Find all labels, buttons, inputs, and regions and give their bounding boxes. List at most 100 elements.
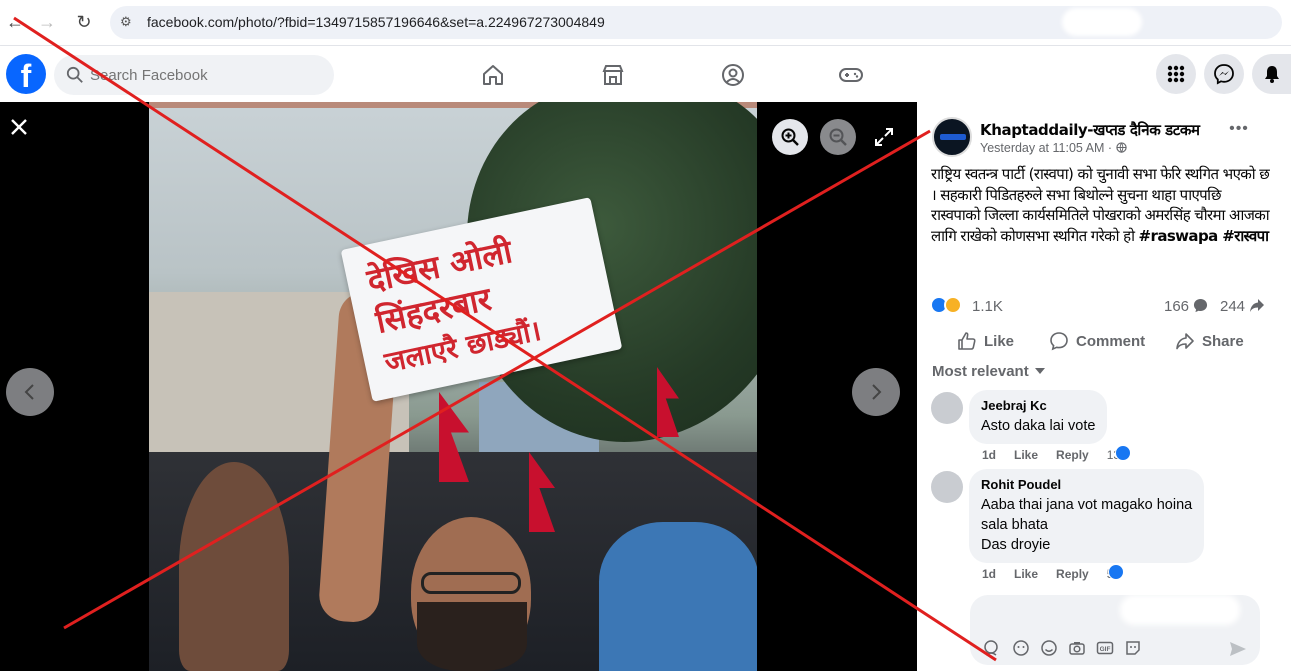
reactions-count: 1.1K	[972, 298, 1003, 315]
globe-icon	[1115, 142, 1127, 153]
search-box[interactable]	[54, 55, 334, 95]
comment-like-link[interactable]: Like	[1014, 448, 1038, 462]
comment-reply-link[interactable]: Reply	[1056, 567, 1089, 581]
comments-count[interactable]: 166	[1164, 298, 1208, 315]
photo-viewer: देखिस ओली सिंहदरबार जलाएरै छाड्यौं।	[0, 102, 917, 671]
commenter-name[interactable]: Rohit Poudel	[981, 477, 1192, 492]
share-label: Share	[1202, 332, 1244, 350]
share-button[interactable]: Share	[1175, 328, 1244, 354]
post-side-panel: Khaptaddaily-खप्तड दैनिक डटकम Yesterday …	[917, 102, 1291, 671]
menu-grid-button[interactable]	[1156, 54, 1196, 94]
svg-text:GIF: GIF	[1100, 646, 1111, 653]
post-actions: Like Comment Share	[917, 322, 1291, 360]
reaction-summary[interactable]: 1.1K 166 244	[930, 296, 1280, 316]
avatar-sticker-icon[interactable]	[982, 639, 1000, 657]
hashtags[interactable]: #raswapa #रास्वपा	[1139, 227, 1269, 245]
facebook-header: f	[0, 46, 1291, 102]
comments-count-value: 166	[1164, 298, 1190, 315]
comment-like-link[interactable]: Like	[1014, 567, 1038, 581]
beard	[417, 602, 527, 671]
shares-count[interactable]: 244	[1220, 298, 1265, 315]
comment-composer[interactable]: GIF	[970, 595, 1260, 665]
search-icon	[66, 66, 83, 83]
notifications-button[interactable]	[1252, 54, 1291, 94]
browser-toolbar: ← → ↻ ⚙ facebook.com/photo/?fbid=1349715…	[0, 0, 1291, 46]
like-button[interactable]: Like	[957, 328, 1014, 354]
post-caption: राष्ट्रिय स्वतन्त्र पार्टी (रास्वपा) को …	[931, 164, 1271, 246]
avatar-logo	[940, 134, 966, 140]
commenter-avatar[interactable]	[931, 392, 963, 424]
protester	[599, 522, 757, 671]
address-bar[interactable]: ⚙ facebook.com/photo/?fbid=1349715857196…	[110, 6, 1282, 39]
gaming-icon[interactable]	[838, 62, 864, 88]
groups-icon[interactable]	[720, 62, 746, 88]
caret-down-icon	[1034, 368, 1045, 374]
forward-arrow-icon[interactable]: →	[36, 11, 58, 33]
next-photo-button[interactable]	[852, 368, 900, 416]
comment-footer: 1d Like Reply 13	[982, 448, 1123, 462]
search-input[interactable]	[90, 55, 320, 95]
page-name[interactable]: Khaptaddaily-खप्तड दैनिक डटकम	[980, 120, 1200, 140]
post-meta: Yesterday at 11:05 AM ·	[980, 141, 1127, 155]
comment-footer: 1dLikeReply5	[982, 567, 1116, 581]
redacted-area	[1062, 8, 1142, 36]
comment-text-line: Aaba thai jana vot magako hoina	[981, 497, 1193, 513]
comment-icon	[1050, 332, 1068, 351]
previous-photo-button[interactable]	[6, 368, 54, 416]
comment-text: Asto daka lai vote	[981, 418, 1096, 434]
chevron-left-icon	[24, 384, 34, 400]
emoji-icon[interactable]	[1040, 639, 1058, 657]
comment-age[interactable]: 1d	[982, 448, 996, 462]
chevron-right-icon	[872, 384, 882, 400]
protester	[179, 462, 289, 671]
comment-bubble-icon	[1194, 298, 1208, 313]
zoom-in-icon	[781, 128, 799, 146]
messenger-icon	[1214, 64, 1234, 85]
grid-icon	[1167, 65, 1185, 83]
site-settings-icon[interactable]: ⚙	[120, 14, 136, 30]
camera-icon[interactable]	[1068, 639, 1086, 657]
gif-icon[interactable]: GIF	[1096, 639, 1114, 657]
close-icon[interactable]	[8, 116, 30, 138]
comment-label: Comment	[1076, 332, 1146, 350]
comment-text-line: sala bhata	[981, 517, 1048, 533]
messenger-button[interactable]	[1204, 54, 1244, 94]
send-icon[interactable]	[1228, 639, 1248, 659]
commenter-avatar[interactable]	[931, 471, 963, 503]
bell-icon	[1265, 66, 1279, 83]
like-badge-icon	[1115, 445, 1131, 461]
page-avatar[interactable]	[932, 117, 972, 157]
like-label: Like	[984, 332, 1015, 350]
zoom-in-button[interactable]	[772, 119, 808, 155]
marketplace-icon[interactable]	[600, 62, 626, 88]
comment-input[interactable]	[982, 601, 1222, 625]
share-arrow-icon	[1250, 299, 1265, 312]
comment-text-line: Das droyie	[981, 537, 1051, 553]
back-arrow-icon[interactable]: ←	[4, 11, 26, 33]
haha-reaction-icon	[944, 296, 962, 314]
comment-sort-dropdown[interactable]: Most relevant	[932, 363, 1045, 380]
more-options-icon[interactable]: •••	[1227, 121, 1251, 140]
share-icon	[1176, 333, 1194, 350]
zoom-out-button[interactable]	[820, 119, 856, 155]
comment-reply-link[interactable]: Reply	[1056, 448, 1089, 462]
comment-button[interactable]: Comment	[1049, 328, 1145, 354]
sort-label: Most relevant	[932, 363, 1029, 380]
comment-age[interactable]: 1d	[982, 567, 996, 581]
avatar-icon[interactable]	[1012, 639, 1030, 657]
commenter-name[interactable]: Jeebraj Kc	[981, 398, 1095, 413]
like-badge-icon	[1108, 564, 1124, 580]
comment-bubble: Rohit Poudel Aaba thai jana vot magako h…	[969, 469, 1205, 563]
fullscreen-icon[interactable]	[873, 126, 895, 148]
home-icon[interactable]	[480, 62, 506, 88]
post-timestamp[interactable]: Yesterday at 11:05 AM ·	[980, 141, 1116, 155]
sticker-icon[interactable]	[1124, 639, 1142, 657]
glasses	[421, 572, 521, 594]
zoom-out-icon	[829, 128, 847, 146]
facebook-logo[interactable]: f	[6, 54, 46, 94]
reload-icon[interactable]: ↻	[73, 11, 95, 33]
url-text: facebook.com/photo/?fbid=134971585719664…	[147, 14, 605, 30]
shares-count-value: 244	[1220, 298, 1246, 315]
comment-bubble: Jeebraj Kc Asto daka lai vote	[969, 390, 1108, 444]
post-photo: देखिस ओली सिंहदरबार जलाएरै छाड्यौं।	[149, 102, 757, 671]
